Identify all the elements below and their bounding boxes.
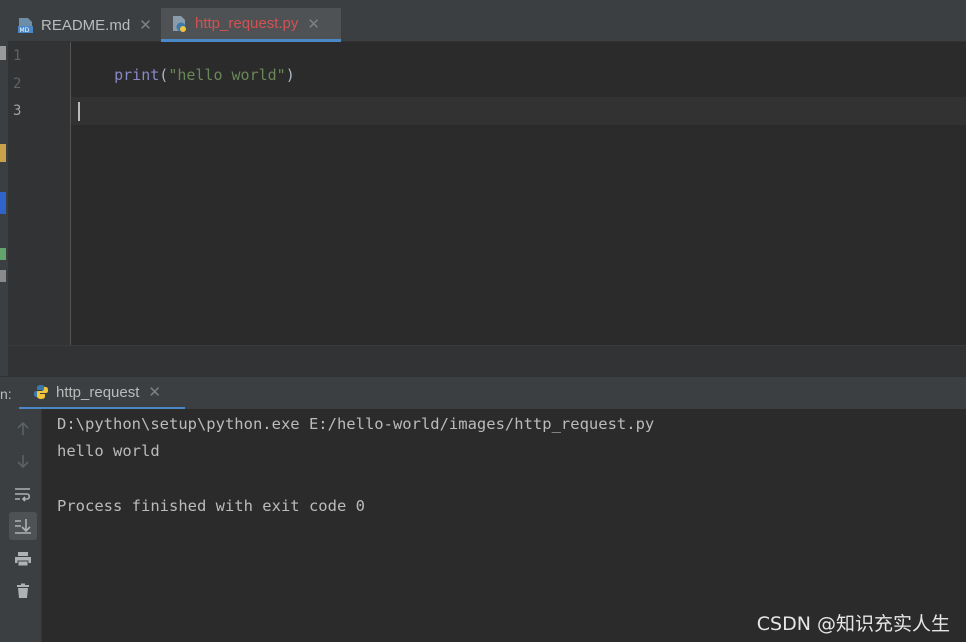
python-file-icon (172, 15, 187, 32)
arrow-down-icon[interactable] (9, 447, 37, 475)
open-paren: ( (159, 66, 169, 84)
tab-http-request[interactable]: http_request.py ✕ (161, 8, 341, 42)
builtin-function: print (114, 66, 160, 84)
soft-wrap-icon[interactable] (9, 480, 37, 508)
arrow-up-icon[interactable] (9, 415, 37, 443)
string-literal: "hello world" (168, 66, 286, 84)
strip-mark (0, 248, 6, 260)
markdown-file-icon: MD (18, 17, 33, 34)
strip-mark (0, 270, 6, 282)
trash-icon[interactable] (9, 577, 37, 605)
run-tab[interactable]: http_request ✕ (19, 377, 185, 410)
code-editor[interactable]: print("hello world") (71, 42, 966, 345)
console-line: D:\python\setup\python.exe E:/hello-worl… (57, 415, 655, 433)
close-icon[interactable]: ✕ (148, 383, 161, 401)
close-icon[interactable]: ✕ (139, 16, 152, 34)
run-toolbar (0, 409, 42, 642)
strip-mark (0, 144, 6, 162)
console-line: Process finished with exit code 0 (57, 497, 365, 515)
close-paren: ) (285, 66, 295, 84)
watermark: CSDN @知识充实人生 (756, 613, 950, 635)
tab-readme[interactable]: MD README.md ✕ (18, 8, 168, 42)
run-console[interactable]: D:\python\setup\python.exe E:/hello-worl… (42, 409, 966, 642)
console-line: hello world (57, 442, 160, 460)
line-number: 3 (13, 103, 22, 119)
scroll-to-end-icon[interactable] (9, 512, 37, 540)
tab-label: README.md (41, 16, 131, 34)
line-number: 2 (13, 76, 22, 92)
print-icon[interactable] (9, 545, 37, 573)
editor-tab-bar: MD README.md ✕ http_request.py ✕ (8, 0, 966, 42)
python-icon (33, 384, 48, 401)
run-panel-header: n: http_request ✕ (0, 376, 966, 410)
editor-bottom-strip (8, 345, 966, 376)
line-number: 1 (13, 48, 22, 64)
strip-mark (0, 46, 6, 60)
run-tab-label: http_request (56, 383, 140, 401)
text-caret (78, 102, 80, 121)
code-line-1: print("hello world") (78, 48, 295, 102)
line-number-gutter: 1 2 3 (8, 42, 71, 345)
strip-mark (0, 192, 6, 214)
run-panel-title: n: (0, 386, 12, 402)
svg-text:MD: MD (20, 27, 30, 34)
tab-label: http_request.py (195, 15, 299, 32)
close-icon[interactable]: ✕ (307, 15, 320, 33)
